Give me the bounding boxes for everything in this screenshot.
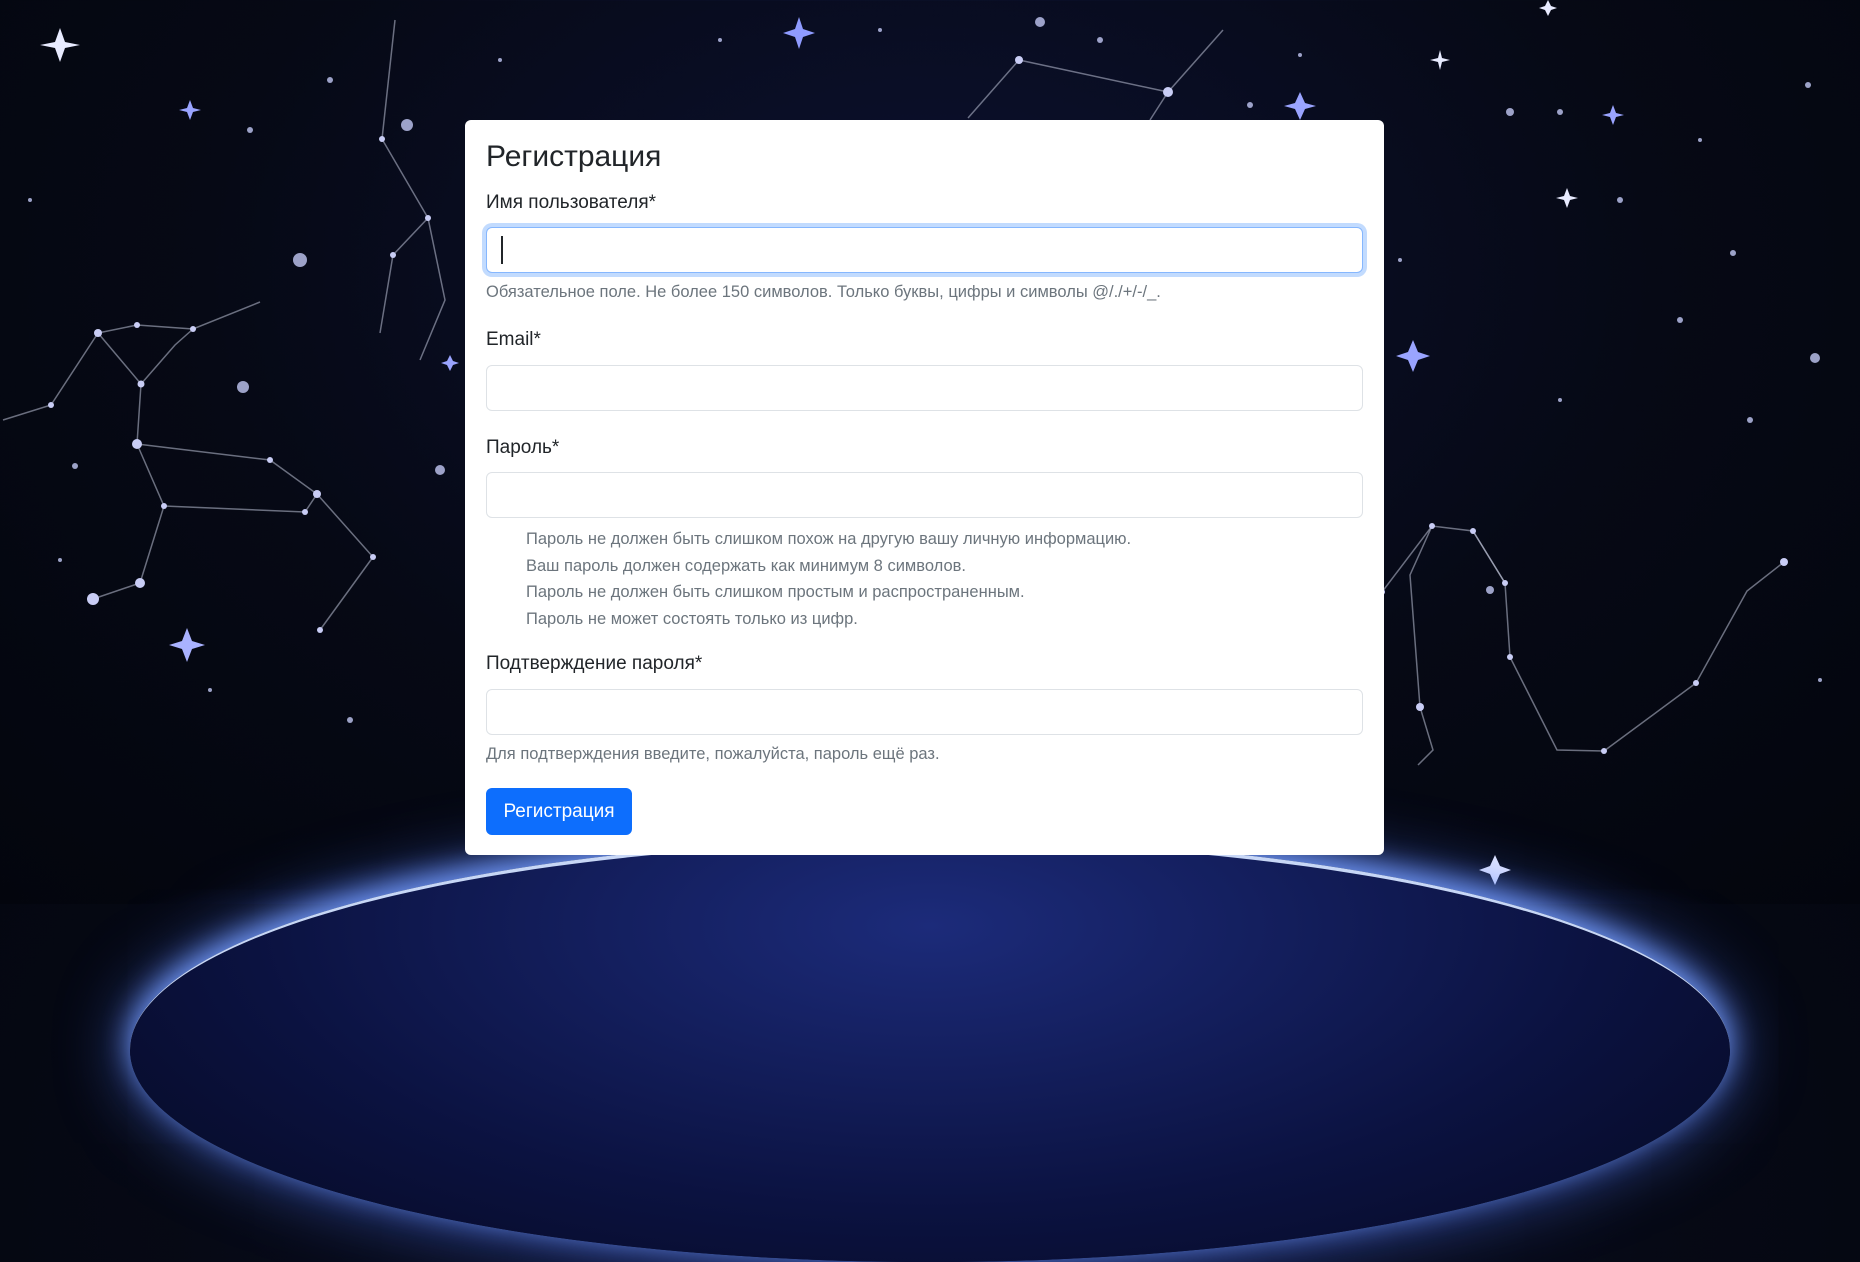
password-help-item: Пароль не может состоять только из цифр. xyxy=(526,609,858,628)
password-confirm-label: Подтверждение пароля* xyxy=(486,653,703,674)
text-cursor xyxy=(501,236,503,264)
password-confirm-help-text: Для подтверждения введите, пожалуйста, п… xyxy=(486,745,940,763)
email-label: Email* xyxy=(486,329,541,350)
password-help-item: Ваш пароль должен содержать как минимум … xyxy=(526,556,966,575)
register-button[interactable]: Регистрация xyxy=(486,788,632,835)
email-input[interactable] xyxy=(486,365,1363,411)
password-help-item: Пароль не должен быть слишком простым и … xyxy=(526,583,1025,601)
username-help-text: Обязательное поле. Не более 150 символов… xyxy=(486,283,1161,301)
password-input[interactable] xyxy=(486,472,1363,518)
username-label: Имя пользователя* xyxy=(486,192,656,213)
page-title: Регистрация xyxy=(486,140,662,173)
password-confirm-input[interactable] xyxy=(486,689,1363,735)
password-help-item: Пароль не должен быть слишком похож на д… xyxy=(526,530,1132,548)
planet-horizon xyxy=(130,838,1730,1262)
registration-card: Регистрация Имя пользователя* Обязательн… xyxy=(465,120,1384,855)
password-help-list: Пароль не должен быть слишком похож на д… xyxy=(526,526,1131,632)
username-input[interactable] xyxy=(486,227,1363,273)
password-label: Пароль* xyxy=(486,437,560,458)
